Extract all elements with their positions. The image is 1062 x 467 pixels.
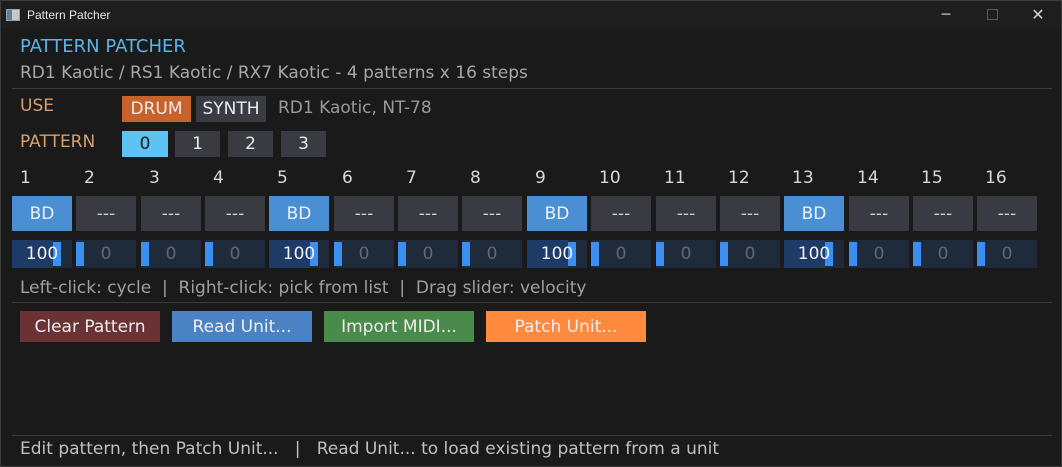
velocity-value: 0 — [358, 244, 370, 264]
velocity-value: 0 — [100, 244, 112, 264]
step-button-16[interactable]: --- — [977, 196, 1037, 231]
pattern-0-button[interactable]: 0 — [122, 131, 168, 157]
step-number: 11 — [664, 168, 686, 188]
step-number: 13 — [792, 168, 814, 188]
step-number: 5 — [277, 168, 288, 188]
step-button-4[interactable]: --- — [205, 196, 265, 231]
use-synth-button[interactable]: SYNTH — [196, 96, 266, 122]
step-button-11[interactable]: --- — [656, 196, 716, 231]
step-number: 8 — [470, 168, 481, 188]
velocity-slider-4[interactable]: 0 — [205, 240, 265, 268]
app-heading: PATTERN PATCHER — [20, 36, 186, 57]
velocity-slider-16[interactable]: 0 — [977, 240, 1037, 268]
divider — [12, 302, 1052, 303]
step-number: 7 — [406, 168, 417, 188]
velocity-slider-8[interactable]: 0 — [462, 240, 522, 268]
velocity-slider-1[interactable]: 100 — [12, 240, 72, 268]
minimize-button[interactable]: ─ — [923, 1, 969, 28]
velocity-value: 100 — [797, 244, 831, 264]
maximize-button[interactable] — [969, 1, 1015, 28]
velocity-slider-6[interactable]: 0 — [334, 240, 394, 268]
step-button-8[interactable]: --- — [462, 196, 522, 231]
pattern-3-button[interactable]: 3 — [281, 131, 326, 157]
step-number: 10 — [599, 168, 621, 188]
velocity-slider-14[interactable]: 0 — [849, 240, 909, 268]
step-number: 12 — [728, 168, 750, 188]
close-icon: ✕ — [1031, 5, 1045, 24]
patch-unit-button[interactable]: Patch Unit... — [486, 311, 646, 342]
velocity-slider-9[interactable]: 100 — [527, 240, 587, 268]
pattern-1-button[interactable]: 1 — [175, 131, 220, 157]
step-button-5[interactable]: BD — [269, 196, 329, 231]
step-number: 16 — [985, 168, 1007, 188]
velocity-value: 0 — [165, 244, 177, 264]
velocity-value: 0 — [937, 244, 949, 264]
velocity-slider-3[interactable]: 0 — [141, 240, 201, 268]
divider — [12, 88, 1052, 89]
velocity-value: 0 — [873, 244, 885, 264]
velocity-value: 0 — [422, 244, 434, 264]
velocity-value: 0 — [744, 244, 756, 264]
step-number: 9 — [535, 168, 546, 188]
velocity-slider-11[interactable]: 0 — [656, 240, 716, 268]
pattern-label: PATTERN — [20, 132, 96, 152]
step-number: 15 — [921, 168, 943, 188]
velocity-value: 100 — [282, 244, 316, 264]
step-number: 3 — [149, 168, 160, 188]
velocity-slider-5[interactable]: 100 — [269, 240, 329, 268]
velocity-value: 0 — [680, 244, 692, 264]
use-label: USE — [20, 96, 54, 116]
step-number: 2 — [84, 168, 95, 188]
velocity-slider-15[interactable]: 0 — [913, 240, 973, 268]
pattern-2-button[interactable]: 2 — [228, 131, 273, 157]
step-button-1[interactable]: BD — [12, 196, 72, 231]
title-bar[interactable]: Pattern Patcher ─ ✕ — [1, 1, 1061, 28]
velocity-slider-10[interactable]: 0 — [591, 240, 651, 268]
divider — [12, 435, 1052, 436]
device-info: RD1 Kaotic, NT-78 — [278, 98, 432, 118]
velocity-slider-7[interactable]: 0 — [398, 240, 458, 268]
step-button-3[interactable]: --- — [141, 196, 201, 231]
app-subtitle: RD1 Kaotic / RS1 Kaotic / RX7 Kaotic - 4… — [20, 63, 528, 83]
close-button[interactable]: ✕ — [1015, 1, 1061, 28]
step-number: 14 — [857, 168, 879, 188]
step-button-6[interactable]: --- — [334, 196, 394, 231]
step-button-15[interactable]: --- — [913, 196, 973, 231]
use-drum-button[interactable]: DRUM — [122, 96, 191, 122]
clear-pattern-button[interactable]: Clear Pattern — [20, 311, 160, 342]
import-midi-button[interactable]: Import MIDI... — [324, 311, 474, 342]
window-title: Pattern Patcher — [27, 7, 111, 22]
velocity-value: 0 — [486, 244, 498, 264]
status-bar: Edit pattern, then Patch Unit... | Read … — [20, 439, 720, 459]
step-button-9[interactable]: BD — [527, 196, 587, 231]
step-number: 4 — [213, 168, 224, 188]
velocity-value: 0 — [229, 244, 241, 264]
step-button-14[interactable]: --- — [849, 196, 909, 231]
hint-text: Left-click: cycle | Right-click: pick fr… — [20, 278, 587, 298]
velocity-value: 0 — [615, 244, 627, 264]
step-button-2[interactable]: --- — [76, 196, 136, 231]
velocity-value: 100 — [25, 244, 59, 264]
read-unit-button[interactable]: Read Unit... — [172, 311, 312, 342]
app-icon — [6, 8, 20, 21]
velocity-slider-12[interactable]: 0 — [720, 240, 780, 268]
velocity-value: 0 — [1001, 244, 1013, 264]
step-button-12[interactable]: --- — [720, 196, 780, 231]
minimize-icon: ─ — [941, 6, 951, 23]
step-button-7[interactable]: --- — [398, 196, 458, 231]
step-number: 6 — [342, 168, 353, 188]
velocity-value: 100 — [540, 244, 574, 264]
velocity-slider-13[interactable]: 100 — [784, 240, 844, 268]
velocity-slider-2[interactable]: 0 — [76, 240, 136, 268]
step-button-13[interactable]: BD — [784, 196, 844, 231]
maximize-icon — [986, 9, 998, 20]
step-button-10[interactable]: --- — [591, 196, 651, 231]
app-window: Pattern Patcher ─ ✕ PATTERN PATCHER RD1 … — [0, 0, 1062, 467]
step-number: 1 — [20, 168, 31, 188]
